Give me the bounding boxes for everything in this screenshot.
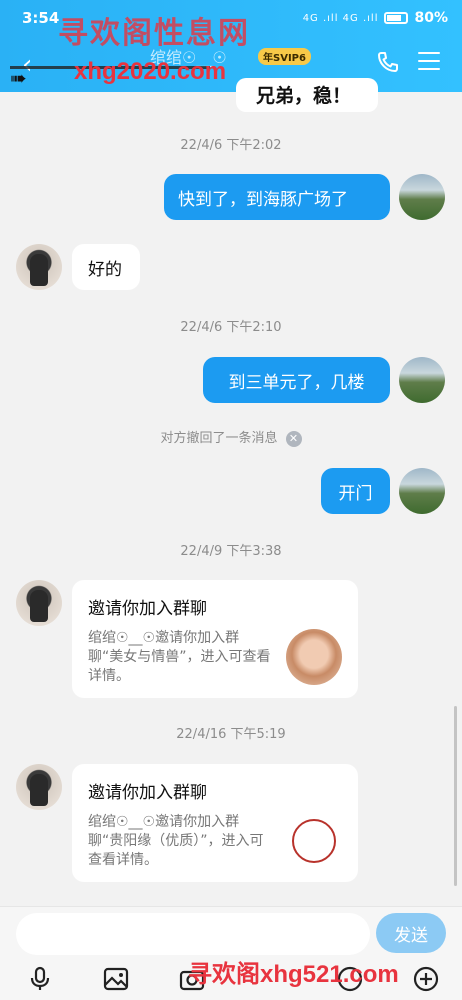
- battery-percent: 80%: [414, 10, 448, 26]
- recall-notice: 对方撤回了一条消息 ✕: [0, 427, 462, 447]
- message-bubble-outgoing[interactable]: 到三单元了，几楼: [203, 357, 390, 403]
- group-invite-card[interactable]: 邀请你加入群聊 绾绾☉__☉邀请你加入群聊“美女与情兽”，进入可查看详情。: [72, 580, 358, 698]
- message-bubble-incoming[interactable]: 好的: [72, 244, 140, 290]
- message-bubble-outgoing[interactable]: 开门: [321, 468, 390, 514]
- avatar-self[interactable]: [399, 174, 445, 220]
- message-bubble-outgoing[interactable]: 快到了，到海豚广场了: [164, 174, 390, 220]
- plus-icon[interactable]: [412, 965, 440, 993]
- battery-icon: [384, 12, 409, 24]
- card-description: 绾绾☉__☉邀请你加入群聊“美女与情兽”，进入可查看详情。: [88, 630, 271, 684]
- avatar-contact[interactable]: [16, 580, 62, 626]
- card-body: 绾绾☉__☉邀请你加入群聊“美女与情兽”，进入可查看详情。: [88, 629, 342, 686]
- timestamp: 22/4/6 下午2:02: [180, 138, 282, 153]
- group-invite-card[interactable]: 邀请你加入群聊 绾绾☉__☉邀请你加入群聊“贵阳缘（优质）”，进入可查看详情。: [72, 764, 358, 882]
- watermark-arrows-icon: ➠: [10, 66, 27, 90]
- avatar-self[interactable]: [399, 357, 445, 403]
- signal-icon: 4G .ıll 4G .ıll: [302, 12, 379, 24]
- menu-icon[interactable]: [418, 52, 440, 72]
- message-input[interactable]: [16, 913, 370, 955]
- avatar-self[interactable]: [399, 468, 445, 514]
- vip-badge: 年SVIP6: [258, 48, 311, 65]
- timestamp: 22/4/16 下午5:19: [176, 727, 286, 742]
- seal-icon: [292, 819, 336, 863]
- card-title: 邀请你加入群聊: [88, 783, 207, 803]
- group-avatar-image: [286, 629, 342, 685]
- card-description: 绾绾☉__☉邀请你加入群聊“贵阳缘（优质）”，进入可查看详情。: [88, 814, 264, 868]
- timestamp: 22/4/9 下午3:38: [180, 544, 282, 559]
- chat-header: 3:54 4G .ıll 4G .ıll 80% 寻欢阁性息网 ‹ 绾绾☉__☉…: [0, 0, 462, 92]
- scrollbar[interactable]: [454, 706, 457, 886]
- avatar-contact[interactable]: [16, 764, 62, 810]
- image-icon[interactable]: [102, 965, 130, 993]
- watermark-url: xhg2020.com: [74, 58, 227, 85]
- message-bubble-partial[interactable]: 兄弟，稳！: [236, 78, 378, 112]
- mic-icon[interactable]: [26, 965, 54, 993]
- recall-text: 对方撤回了一条消息: [160, 431, 278, 446]
- close-icon[interactable]: ✕: [285, 430, 302, 447]
- avatar-contact[interactable]: [16, 244, 62, 290]
- status-time: 3:54: [22, 9, 60, 27]
- watermark-bottom: 寻欢阁xhg521.com: [188, 961, 399, 988]
- card-title: 邀请你加入群聊: [88, 599, 207, 619]
- phone-icon[interactable]: [376, 50, 400, 74]
- send-button[interactable]: 发送: [376, 913, 446, 953]
- status-right: 4G .ıll 4G .ıll 80%: [303, 10, 448, 26]
- timestamp: 22/4/6 下午2:10: [180, 320, 282, 335]
- card-body: 绾绾☉__☉邀请你加入群聊“贵阳缘（优质）”，进入可查看详情。: [88, 813, 342, 870]
